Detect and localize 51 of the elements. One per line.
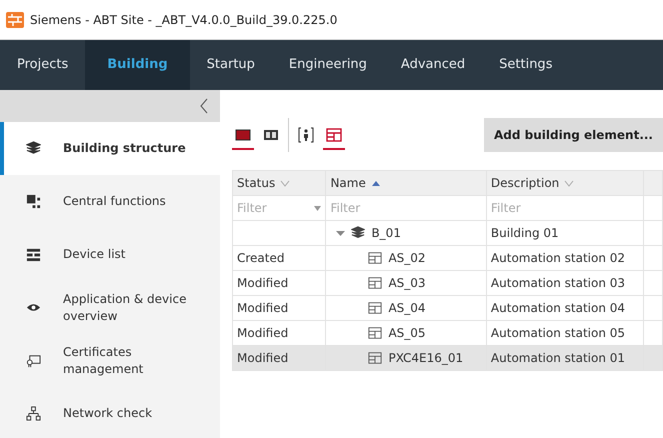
table-cell-text: AS_05 bbox=[388, 325, 426, 342]
dropdown-arrow-icon[interactable] bbox=[314, 206, 322, 210]
filled-panel-icon bbox=[235, 126, 251, 143]
table-cell: Automation station 02 bbox=[486, 246, 644, 270]
sidebar-item[interactable]: Central functions bbox=[0, 175, 220, 228]
table-cell: Building 01 bbox=[486, 220, 644, 246]
station-icon bbox=[326, 126, 342, 143]
station-icon bbox=[368, 326, 382, 340]
station-icon bbox=[368, 251, 382, 265]
list-icon bbox=[26, 247, 41, 262]
sidebar-item[interactable]: Device list bbox=[0, 228, 220, 281]
sidebar-item[interactable]: Certificates management bbox=[0, 334, 220, 387]
column-header[interactable]: Name bbox=[326, 170, 486, 196]
table-cell-text: AS_04 bbox=[388, 300, 426, 317]
table-cell-text: B_01 bbox=[371, 225, 401, 242]
table-cell-text: PXC4E16_01 bbox=[388, 350, 464, 367]
station-icon bbox=[368, 276, 382, 290]
menu-tab[interactable]: Startup bbox=[190, 40, 272, 90]
sidebar-item[interactable]: Building structure bbox=[0, 122, 220, 175]
menu-tab[interactable]: Settings bbox=[482, 40, 570, 90]
table-cell: Modified bbox=[232, 346, 326, 370]
station-icon bbox=[368, 351, 382, 365]
table-cell: Modified bbox=[232, 296, 326, 320]
station-icon bbox=[368, 301, 382, 315]
layers-icon bbox=[351, 226, 366, 240]
layers-icon bbox=[26, 141, 41, 156]
sidebar-item[interactable]: Application & device overview bbox=[0, 281, 220, 334]
table-cell: Automation station 04 bbox=[486, 296, 644, 320]
expanded-caret-icon[interactable] bbox=[336, 228, 346, 238]
collapse-chevron-icon[interactable] bbox=[200, 98, 208, 114]
sort-ascending-icon[interactable] bbox=[370, 179, 381, 188]
person-icon bbox=[298, 126, 314, 143]
column-header[interactable]: Status bbox=[232, 170, 326, 196]
certificate-icon bbox=[26, 353, 41, 368]
sidebar-item[interactable]: Network check bbox=[0, 387, 220, 438]
column-header[interactable]: Description bbox=[486, 170, 644, 196]
table-cell: Automation station 01 bbox=[486, 346, 644, 370]
app-logo-icon bbox=[6, 12, 24, 28]
table-cell-text: AS_03 bbox=[388, 275, 426, 292]
add-building-element-button[interactable]: Add building element... bbox=[484, 118, 663, 152]
window-title: Siemens - ABT Site - _ABT_V4.0.0_Build_39.0.225.0 bbox=[30, 12, 338, 28]
menu-tab[interactable]: Building bbox=[85, 40, 190, 90]
table-cell-text: AS_02 bbox=[388, 250, 426, 267]
table-cell: Modified bbox=[232, 270, 326, 296]
menu-tab[interactable]: Advanced bbox=[384, 40, 482, 90]
menu-tab[interactable]: Engineering bbox=[272, 40, 384, 90]
network-icon bbox=[26, 406, 41, 421]
menu-tab[interactable]: Projects bbox=[0, 40, 86, 90]
table-cell: Created bbox=[232, 246, 326, 270]
blocks-icon bbox=[26, 194, 41, 209]
table-cell: Automation station 03 bbox=[486, 270, 644, 296]
